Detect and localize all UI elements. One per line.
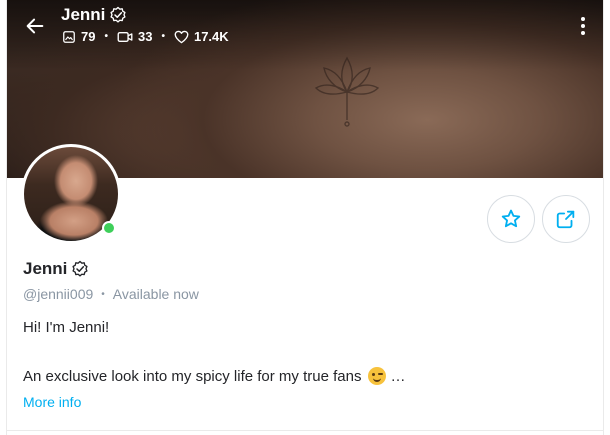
photos-count: 79: [81, 29, 96, 44]
more-options-button[interactable]: [573, 14, 593, 38]
stat-separator: •: [104, 31, 108, 42]
username: @jennii009: [23, 286, 94, 302]
verified-badge-icon: [72, 260, 88, 277]
likes-count: 17.4K: [193, 29, 229, 44]
more-vertical-icon-dot: [581, 17, 585, 21]
top-bar: Jenni 79 • 33 • 17.4K: [7, 0, 603, 60]
tattoo-graphic: [314, 56, 380, 127]
bio-line-2: An exclusive look into my spicy life for…: [23, 367, 405, 385]
profile-name-row: Jenni: [23, 259, 89, 279]
online-indicator: [102, 221, 116, 235]
favorite-button[interactable]: [487, 195, 535, 243]
videos-stat[interactable]: 33: [117, 29, 152, 44]
more-vertical-icon-dot: [581, 31, 585, 35]
avatar-container[interactable]: [21, 144, 121, 244]
image-icon: [63, 30, 75, 43]
wink-mark: [378, 373, 384, 375]
verified-badge-icon: [110, 6, 126, 23]
stat-separator: •: [161, 31, 165, 42]
share-icon: [556, 210, 575, 229]
header-name-text: Jenni: [61, 5, 106, 24]
meta-separator: •: [101, 288, 105, 300]
more-info-link[interactable]: More info: [23, 394, 81, 410]
more-vertical-icon-dot: [581, 24, 585, 28]
likes-stat: 17.4K: [174, 29, 229, 44]
videos-count: 33: [137, 29, 153, 44]
availability-status: Available now: [112, 286, 199, 302]
bio-line-1: Hi! I'm Jenni!: [23, 319, 110, 336]
share-button[interactable]: [542, 195, 590, 243]
heart-icon: [174, 30, 189, 43]
header-stats: 79 • 33 • 17.4K: [62, 29, 229, 44]
star-icon: [501, 209, 521, 228]
photos-stat[interactable]: 79: [62, 29, 95, 44]
profile-name: Jenni: [23, 259, 68, 278]
back-button[interactable]: [21, 12, 49, 40]
header-name: Jenni: [61, 5, 127, 25]
profile-meta: @jennii009 • Available now: [23, 286, 199, 302]
arrow-left-icon: [26, 18, 44, 34]
winking-face-icon: [368, 367, 387, 385]
bio-ellipsis: …: [390, 367, 406, 385]
profile-frame: Jenni 79 • 33 • 17.4K Jenni @jennii009 •…: [6, 0, 604, 435]
video-icon: [117, 31, 133, 42]
profile-page: Jenni 79 • 33 • 17.4K Jenni @jennii009 •…: [0, 0, 610, 435]
divider: [7, 430, 603, 431]
bio-line-2-text: An exclusive look into my spicy life for…: [23, 367, 362, 385]
